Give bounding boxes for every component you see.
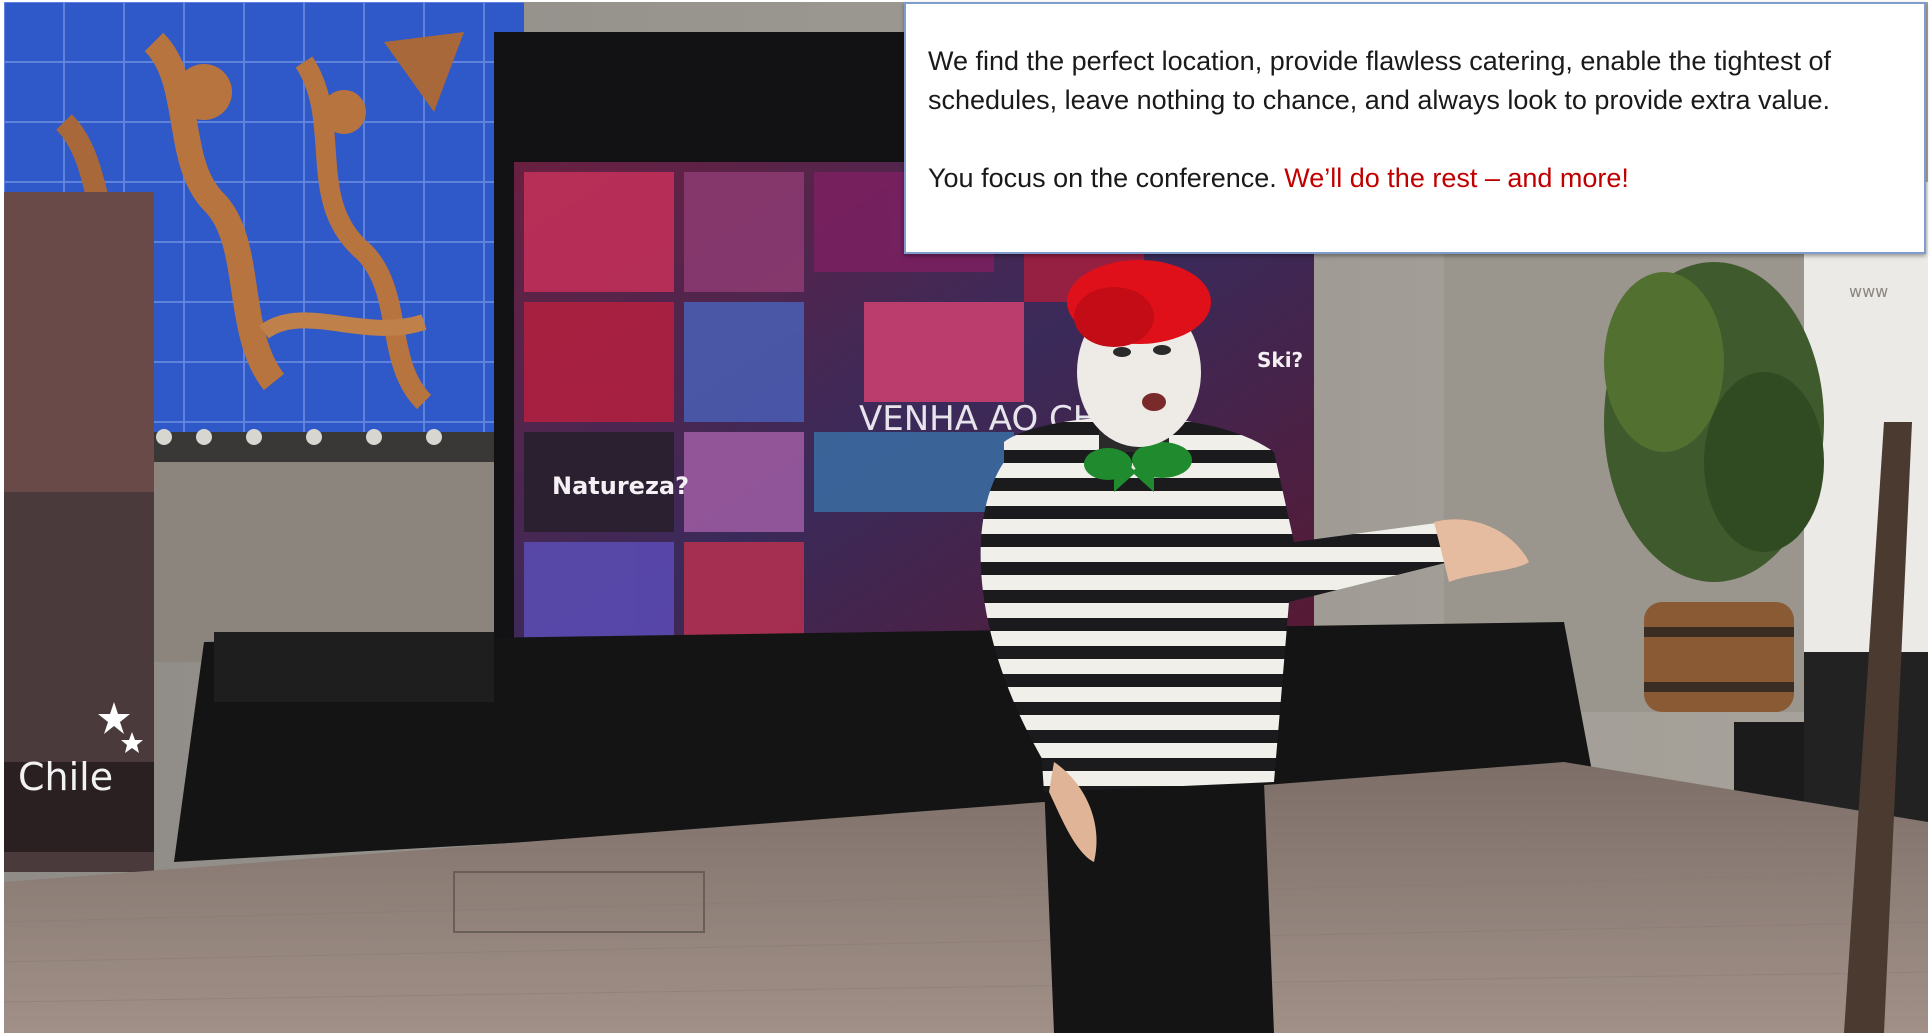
banner-logo-text: Chile xyxy=(18,755,113,799)
chile-banner: Chile xyxy=(4,192,154,872)
caption-text-box: We find the perfect location, provide fl… xyxy=(904,2,1926,254)
caption-paragraph-1: We find the perfect location, provide fl… xyxy=(928,46,1832,115)
right-banner-text: www xyxy=(1849,282,1888,301)
screen-label-left: Natureza? xyxy=(552,472,689,500)
caption-lead-text: You focus on the conference. xyxy=(928,163,1285,193)
slide: Natureza? VENHA AO CHI Ski? hile www xyxy=(0,0,1930,1035)
screen-label-right: Ski? xyxy=(1257,348,1303,372)
caption-paragraph-2: You focus on the conference. We’ll do th… xyxy=(928,159,1864,198)
caption-highlight-text: We’ll do the rest – and more! xyxy=(1284,163,1629,193)
